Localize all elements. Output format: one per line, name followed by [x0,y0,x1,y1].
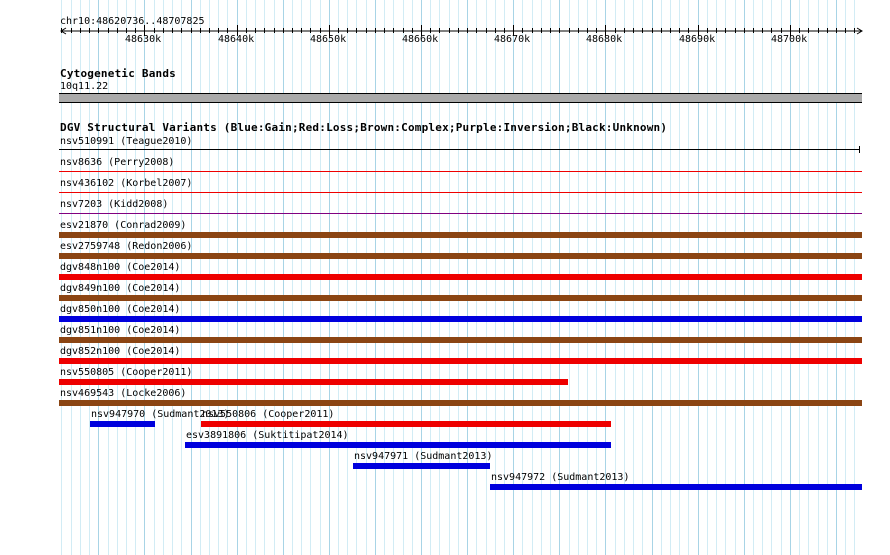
sv-feature-label: dgv851n100 (Coe2014) [60,325,181,336]
sv-feature-bar[interactable] [59,213,862,214]
sv-feature-bar[interactable] [59,274,862,280]
sv-feature-bar[interactable] [59,192,862,193]
cyto-track-title: Cytogenetic Bands [60,67,176,80]
cyto-band-bar[interactable] [59,93,862,103]
genome-track-panel: chr10:48620736..48707825 48630k 48640k 486… [0,0,890,555]
sv-feature-label: dgv849n100 (Coe2014) [60,283,181,294]
sv-feature-label: nsv8636 (Perry2008) [60,157,175,168]
ruler-tick-label: 48650k [310,34,347,45]
sv-feature-bar[interactable] [353,463,490,469]
sv-feature-label: nsv469543 (Locke2006) [60,388,187,399]
sv-feature-label: esv2759748 (Redon2006) [60,241,193,252]
sv-feature-bar[interactable] [59,232,862,238]
sv-feature-label: dgv850n100 (Coe2014) [60,304,181,315]
sv-feature-bar[interactable] [59,358,862,364]
sv-feature-bar[interactable] [59,379,568,385]
sv-feature-bar[interactable] [59,171,862,172]
sv-feature-bar[interactable] [59,149,860,150]
sv-feature-bar[interactable] [59,295,862,301]
dgv-track-title: DGV Structural Variants (Blue:Gain;Red:L… [60,121,668,134]
sv-feature-bar[interactable] [59,400,862,406]
sv-feature-label: esv21870 (Conrad2009) [60,220,187,231]
cyto-band-label: 10q11.22 [60,81,109,92]
ruler-tick-label: 48670k [494,34,531,45]
ruler-tick-label: 48660k [402,34,439,45]
sv-feature-label: nsv550805 (Cooper2011) [60,367,193,378]
sv-feature-label: nsv436102 (Korbel2007) [60,178,193,189]
sv-feature-label: nsv947971 (Sudmant2013) [354,451,493,462]
sv-feature-label: dgv848n100 (Coe2014) [60,262,181,273]
sv-feature-label: nsv7203 (Kidd2008) [60,199,169,210]
sv-feature-bar[interactable] [90,421,155,427]
sv-feature-label: dgv852n100 (Coe2014) [60,346,181,357]
ruler-tick-label: 48690k [679,34,716,45]
ruler-tick-label: 48630k [125,34,162,45]
ruler-tick-label: 48640k [218,34,255,45]
sv-feature-label: nsv550806 (Cooper2011) [202,409,335,420]
sv-feature-bar[interactable] [59,316,862,322]
ruler-tick-label: 48700k [771,34,808,45]
sv-feature-label: esv3891806 (Suktitipat2014) [186,430,349,441]
sv-feature-bar[interactable] [59,337,862,343]
sv-feature-label: nsv947972 (Sudmant2013) [491,472,630,483]
ruler-tick-label: 48680k [586,34,623,45]
sv-feature-bar[interactable] [490,484,862,490]
sv-feature-bar[interactable] [59,253,862,259]
sv-feature-bar[interactable] [201,421,611,427]
ruler-axis [60,25,863,36]
sv-feature-bar[interactable] [185,442,611,448]
sv-feature-label: nsv510991 (Teague2010) [60,136,193,147]
